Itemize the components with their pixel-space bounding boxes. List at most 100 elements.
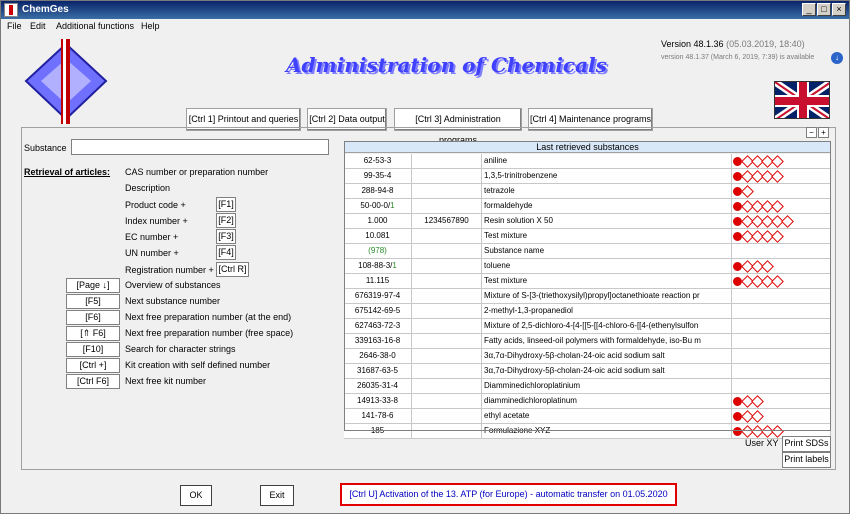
ctrl-f6-button[interactable]: [Ctrl F6]: [66, 374, 120, 389]
f2-button[interactable]: [F2]: [216, 213, 236, 228]
hazard-diamond-icon: [771, 275, 784, 288]
download-icon[interactable]: ↓: [831, 52, 843, 64]
substance-number-cell: 99-35-4: [344, 169, 412, 184]
table-row[interactable]: 108-88-3/1 toluene: [344, 259, 831, 274]
page-down-button[interactable]: [Page ↓]: [66, 278, 120, 293]
product-code-cell: [412, 244, 482, 259]
version-date: (05.03.2019, 18:40): [726, 39, 805, 49]
product-code-cell: [412, 349, 482, 364]
update-available[interactable]: version 48.1.37 (March 6, 2019, 7:39) is…: [661, 54, 814, 61]
hazard-pictograms-cell: [732, 244, 831, 259]
table-row[interactable]: 31687-63-5 3α,7α-Dihydroxy-5β-cholan-24-o…: [344, 364, 831, 379]
table-row[interactable]: 2646-38-0 3α,7α-Dihydroxy-5β-cholan-24-oi…: [344, 349, 831, 364]
hazard-pictograms-cell: [732, 364, 831, 379]
substance-input[interactable]: [71, 139, 329, 155]
table-row[interactable]: 339163-16-8 Fatty acids, linseed-oil poly…: [344, 334, 831, 349]
product-code-cell: [412, 229, 482, 244]
ctrl-r-button[interactable]: [Ctrl R]: [216, 262, 249, 277]
ok-button[interactable]: OK: [180, 485, 212, 506]
product-code-cell: [412, 199, 482, 214]
table-row[interactable]: 627463-72-3 Mixture of 2,5-dichloro-4-[4-…: [344, 319, 831, 334]
hazard-pictograms-cell: [732, 169, 831, 184]
table-row[interactable]: 675142-69-5 2-methyl-1,3-propanediol: [344, 304, 831, 319]
table-row[interactable]: 1.000 1234567890 Resin solution X 50: [344, 214, 831, 229]
table-row[interactable]: 288-94-8 tetrazole: [344, 184, 831, 199]
print-sds-button[interactable]: Print SDSs: [782, 436, 831, 452]
ctrl-plus-button[interactable]: [Ctrl +]: [66, 358, 120, 373]
table-row[interactable]: 50-00-0/1 formaldehyde: [344, 199, 831, 214]
un-number-label: UN number +: [125, 248, 179, 258]
substance-number-cell: 2646-38-0: [344, 349, 412, 364]
substance-number: 11.115: [365, 276, 390, 285]
substance-number-cell: 10.081: [344, 229, 412, 244]
exit-button[interactable]: Exit: [260, 485, 294, 506]
table-row[interactable]: 185 Formulazione XYZ: [344, 424, 831, 439]
f6-button[interactable]: [F6]: [66, 310, 120, 325]
f5-button[interactable]: [F5]: [66, 294, 120, 309]
hazard-diamond-icon: [771, 230, 784, 243]
maximize-button[interactable]: □: [817, 3, 831, 16]
substance-number: 99-35-4: [363, 171, 392, 180]
substance-name-cell: Formulazione XYZ: [482, 424, 732, 439]
substance-name-cell: 3α,7α-Dihydroxy-5β-cholan-24-oic acid so…: [482, 349, 732, 364]
retrieval-label: Retrieval of articles:: [24, 167, 111, 177]
substance-number: 676319-97-4: [354, 291, 401, 300]
substance-number-cell: 676319-97-4: [344, 289, 412, 304]
main-window: ChemGes _ □ × File Edit Additional funct…: [0, 0, 850, 514]
substance-number: 108-88-3/: [358, 261, 393, 270]
f3-button[interactable]: [F3]: [216, 229, 236, 244]
substance-name-cell: Fatty acids, linseed-oil polymers with f…: [482, 334, 732, 349]
product-code-cell: [412, 289, 482, 304]
product-code-cell: [412, 334, 482, 349]
substance-number: 1.000: [367, 216, 388, 225]
table-row[interactable]: 676319-97-4 Mixture of S-[3-(triethoxysil…: [344, 289, 831, 304]
substance-number: 26035-31-4: [357, 381, 398, 390]
print-labels-button[interactable]: Print labels: [782, 452, 831, 468]
substance-name-cell: ethyl acetate: [482, 409, 732, 424]
user-label: User XY: [745, 438, 779, 448]
table-row[interactable]: 141-78-6 ethyl acetate: [344, 409, 831, 424]
menu-file[interactable]: File: [7, 21, 22, 31]
substance-number-cell: 675142-69-5: [344, 304, 412, 319]
substance-number-cell: 50-00-0/1: [344, 199, 412, 214]
substance-name-cell: Test mixture: [482, 229, 732, 244]
table-row[interactable]: 10.081 Test mixture: [344, 229, 831, 244]
menu-edit[interactable]: Edit: [30, 21, 46, 31]
hazard-pictograms-cell: [732, 334, 831, 349]
table-row[interactable]: 14913-33-8 diamminedichloroplatinum: [344, 394, 831, 409]
f10-button[interactable]: [F10]: [66, 342, 120, 357]
kit-creation-label: Kit creation with self defined number: [125, 360, 271, 370]
substance-number-suffix: 1: [392, 261, 397, 270]
table-row[interactable]: 11.115 Test mixture: [344, 274, 831, 289]
hazard-diamond-icon: [751, 410, 764, 423]
close-button[interactable]: ×: [832, 3, 846, 16]
substance-name-cell: Resin solution X 50: [482, 214, 732, 229]
hazard-pictograms-cell: [732, 409, 831, 424]
menu-additional-functions[interactable]: Additional functions: [56, 21, 134, 31]
shift-f6-button[interactable]: [⇑ F6]: [66, 326, 120, 341]
hazard-diamond-icon: [761, 260, 774, 273]
table-row[interactable]: 99-35-4 1,3,5-trinitrobenzene: [344, 169, 831, 184]
hazard-diamond-icon: [781, 215, 794, 228]
substance-number: 627463-72-3: [354, 321, 401, 330]
registration-number-label: Registration number +: [125, 265, 214, 275]
app-logo: [21, 39, 111, 124]
f4-button[interactable]: [F4]: [216, 245, 236, 260]
substance-number-cell: 141-78-6: [344, 409, 412, 424]
table-row[interactable]: 62-53-3 aniline: [344, 154, 831, 169]
table-row[interactable]: (978) Substance name: [344, 244, 831, 259]
substance-number: 14913-33-8: [357, 396, 398, 405]
substance-number-cell: 31687-63-5: [344, 364, 412, 379]
substance-number-cell: 14913-33-8: [344, 394, 412, 409]
table-row[interactable]: 26035-31-4 Diamminedichloroplatinium: [344, 379, 831, 394]
atp-activation-button[interactable]: [Ctrl U] Activation of the 13. ATP (for …: [340, 483, 677, 506]
menu-help[interactable]: Help: [141, 21, 160, 31]
product-code-cell: [412, 304, 482, 319]
minimize-button[interactable]: _: [802, 3, 816, 16]
expand-button[interactable]: +: [818, 127, 829, 138]
product-code-cell: [412, 394, 482, 409]
collapse-button[interactable]: −: [806, 127, 817, 138]
english-flag-icon[interactable]: [774, 81, 830, 119]
f1-button[interactable]: [F1]: [216, 197, 236, 212]
next-prep-free-label: Next free preparation number (free space…: [125, 328, 294, 338]
